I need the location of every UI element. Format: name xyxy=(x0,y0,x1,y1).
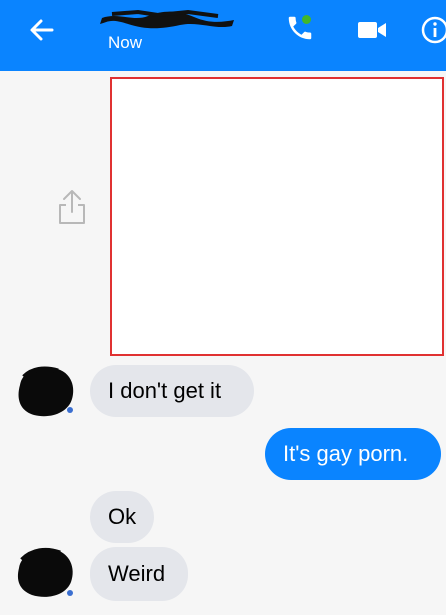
contact-avatar-redacted xyxy=(18,366,74,417)
conversation-info-button[interactable] xyxy=(420,10,446,50)
contact-name-redaction xyxy=(100,9,234,29)
online-indicator xyxy=(301,14,312,25)
share-icon xyxy=(59,190,85,224)
video-camera-icon xyxy=(358,22,386,38)
back-arrow-icon xyxy=(30,19,54,41)
message-bubble-incoming[interactable]: Weird xyxy=(90,547,188,601)
conversation-header: Now xyxy=(0,0,446,71)
contact-avatar-redacted xyxy=(17,547,73,597)
message-bubble-incoming[interactable]: Ok xyxy=(90,491,154,543)
active-status: Now xyxy=(108,33,143,52)
voice-call-button[interactable] xyxy=(278,8,322,48)
shared-image-placeholder[interactable] xyxy=(110,77,444,356)
video-call-button[interactable] xyxy=(350,10,394,50)
message-bubble-outgoing[interactable]: It's gay porn. xyxy=(265,428,441,480)
info-icon xyxy=(421,16,446,44)
message-thread: I don't get it It's gay porn. Ok Weird xyxy=(0,71,446,615)
back-button[interactable] xyxy=(22,10,62,50)
message-bubble-incoming[interactable]: I don't get it xyxy=(90,365,254,417)
share-button[interactable] xyxy=(52,186,92,228)
